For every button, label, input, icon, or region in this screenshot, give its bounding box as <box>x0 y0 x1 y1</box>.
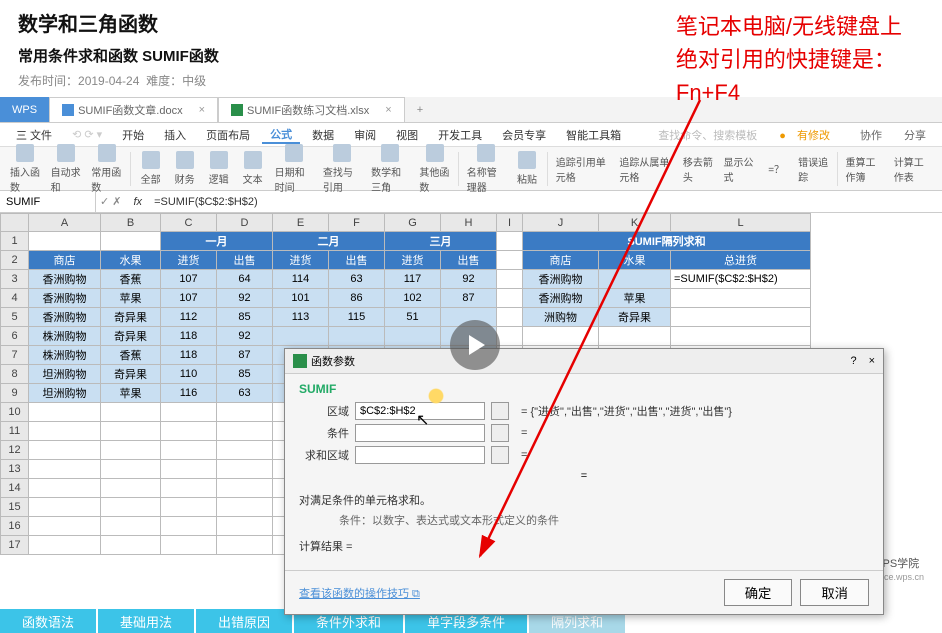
range-picker[interactable] <box>491 402 509 420</box>
tab-add[interactable]: + <box>405 97 435 122</box>
rbtn-all[interactable]: 全部 <box>135 149 167 188</box>
formula-input[interactable]: =SUMIF($C$2:$H$2) <box>150 196 942 208</box>
dialog-icon <box>293 354 307 368</box>
rbtn-err[interactable]: 错误追踪 <box>794 152 833 186</box>
modify-badge[interactable]: ● 有修改 <box>771 127 846 143</box>
rbtn-recalc2[interactable]: 计算工作表 <box>890 152 936 186</box>
rbtn-lookup[interactable]: 查找与引用 <box>319 142 365 196</box>
rbtn-autosum[interactable]: 自动求和 <box>47 142 86 196</box>
btab[interactable]: 出错原因 <box>196 609 294 633</box>
input-sum[interactable] <box>355 446 485 464</box>
rbtn-showf[interactable]: 显示公式 <box>720 152 759 186</box>
menu-file[interactable]: 三 文件 <box>8 127 60 143</box>
tab-doc1[interactable]: SUMIF函数文章.docx× <box>49 97 218 122</box>
dialog-desc2: 条件：以数字、表达式或文本形式定义的条件 <box>299 512 869 528</box>
dialog-result: 计算结果 = <box>299 538 869 554</box>
menu-item[interactable]: 开发工具 <box>430 127 490 143</box>
rbtn-recalc1[interactable]: 重算工作簿 <box>842 152 888 186</box>
share-btn[interactable]: 分享 <box>896 127 934 143</box>
dialog-desc: 对满足条件的单元格求和。 <box>299 492 869 508</box>
rbtn-eval[interactable]: =？ <box>760 159 792 178</box>
name-box[interactable]: SUMIF <box>0 191 96 212</box>
sum-picker[interactable] <box>491 446 509 464</box>
rbtn-paste[interactable]: 粘贴 <box>511 149 543 188</box>
rbtn-math[interactable]: 数学和三角 <box>367 142 413 196</box>
rbtn-trace1[interactable]: 追踪引用单元格 <box>552 152 614 186</box>
menu-item[interactable]: 智能工具箱 <box>558 127 629 143</box>
btab[interactable]: 基础用法 <box>98 609 196 633</box>
function-dialog: 函数参数 ? × SUMIF 区域 = {"进货","出售","进货","出售"… <box>284 348 884 615</box>
ribbon: 插入函数 自动求和 常用函数 全部 财务 逻辑 文本 日期和时间 查找与引用 数… <box>0 147 942 191</box>
btab[interactable]: 函数语法 <box>0 609 98 633</box>
menu-item[interactable]: 数据 <box>304 127 342 143</box>
cursor-icon: ↖ <box>416 410 429 430</box>
cond-picker[interactable] <box>491 424 509 442</box>
collab-btn[interactable]: 协作 <box>852 127 890 143</box>
dialog-fn-name: SUMIF <box>299 382 869 396</box>
rbtn-trace2[interactable]: 追踪从属单元格 <box>615 152 677 186</box>
menu-item[interactable]: 视图 <box>388 127 426 143</box>
dialog-title: 函数参数 <box>311 353 355 369</box>
menu-item[interactable]: 审阅 <box>346 127 384 143</box>
fx-icon[interactable]: fx <box>126 196 151 208</box>
rbtn-remove[interactable]: 移去箭头 <box>679 152 718 186</box>
rbtn-text[interactable]: 文本 <box>237 149 269 188</box>
rbtn-common[interactable]: 常用函数 <box>87 142 126 196</box>
dialog-help-link[interactable]: 查看该函数的操作技巧 ⧉ <box>299 585 420 601</box>
rbtn-other[interactable]: 其他函数 <box>415 142 454 196</box>
menu-item[interactable]: 插入 <box>156 127 194 143</box>
rbtn-fin[interactable]: 财务 <box>169 149 201 188</box>
rbtn-date[interactable]: 日期和时间 <box>271 142 317 196</box>
search-box[interactable]: 查找命令、搜索模板 <box>650 127 765 143</box>
tab-doc2[interactable]: SUMIF函数练习文档.xlsx× <box>218 97 405 122</box>
rbtn-insertfn[interactable]: 插入函数 <box>6 142 45 196</box>
menu-item[interactable]: 开始 <box>114 127 152 143</box>
rbtn-logic[interactable]: 逻辑 <box>203 149 235 188</box>
dialog-close[interactable]: × <box>869 355 875 367</box>
rbtn-names[interactable]: 名称管理器 <box>463 142 509 196</box>
dialog-help[interactable]: ? <box>850 355 856 367</box>
play-button[interactable] <box>450 320 500 370</box>
menu-item[interactable]: 页面布局 <box>198 127 258 143</box>
cursor-highlight <box>428 388 444 404</box>
tab-wps[interactable]: WPS <box>0 97 49 122</box>
menu-item[interactable]: 会员专享 <box>494 127 554 143</box>
dialog-cancel[interactable]: 取消 <box>800 579 869 606</box>
annotation: 笔记本电脑/无线键盘上 绝对引用的快捷键是： Fn+F4 <box>676 10 902 109</box>
dialog-ok[interactable]: 确定 <box>724 579 793 606</box>
